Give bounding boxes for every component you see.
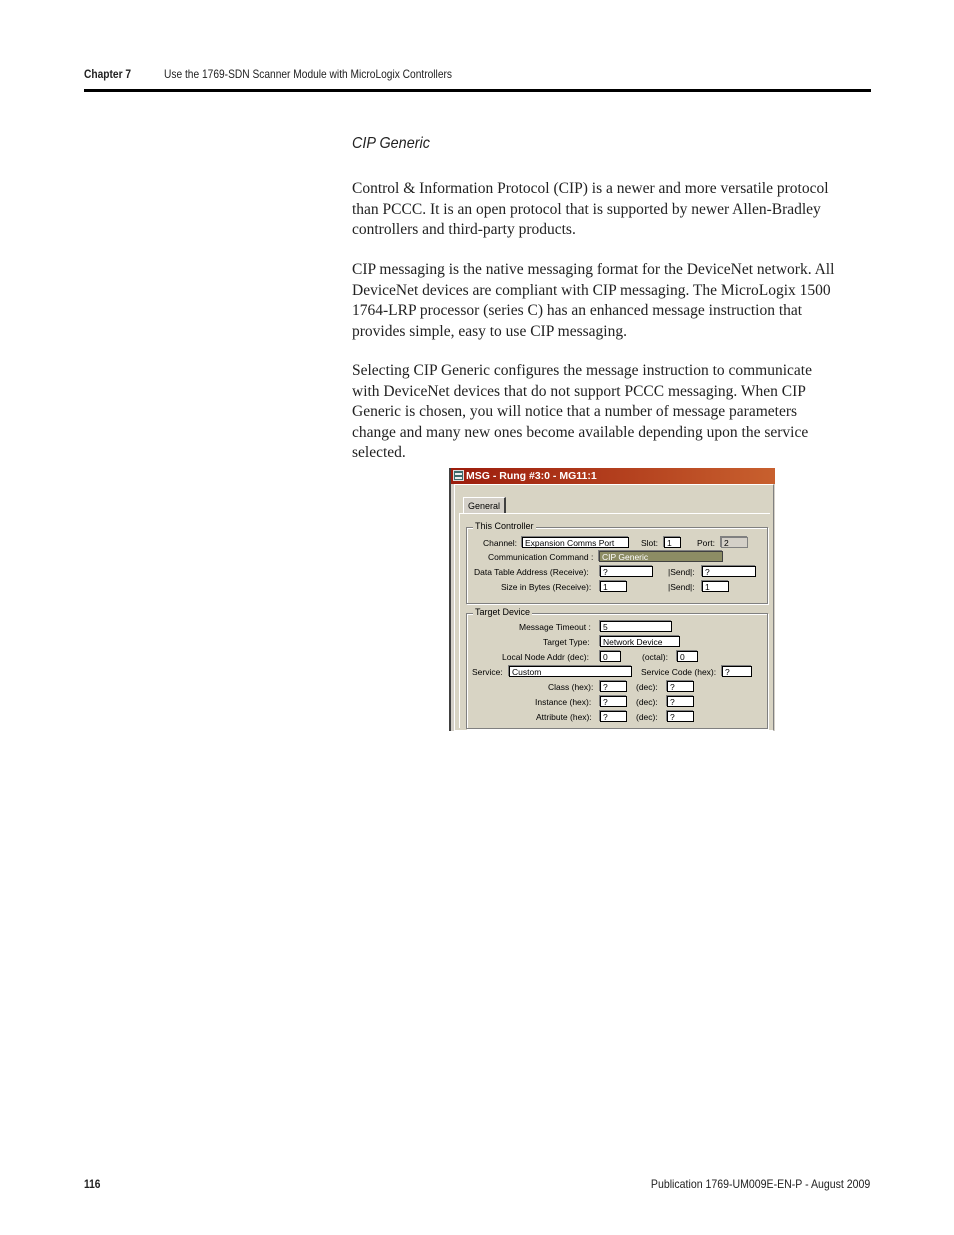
service-select[interactable]: Custom	[509, 666, 632, 677]
section-title: CIP Generic	[352, 135, 430, 152]
octal-field[interactable]: 0	[677, 651, 698, 662]
text-line: Generic is chosen, you will notice that …	[352, 403, 798, 420]
service-label: Service:	[472, 667, 503, 677]
tab-panel-general: This Controller Channel: Expansion Comms…	[459, 513, 770, 729]
data-table-receive-field[interactable]: ?	[600, 566, 653, 577]
instance-dec-label: (dec):	[636, 697, 658, 707]
instance-hex-field[interactable]: ?	[600, 696, 627, 707]
size-send-field[interactable]: 1	[702, 581, 729, 592]
size-receive-field[interactable]: 1	[600, 581, 627, 592]
attribute-dec-field[interactable]: ?	[667, 711, 694, 722]
size-send-label: |Send|:	[668, 582, 695, 592]
class-dec-field[interactable]: ?	[667, 681, 694, 692]
paragraph-3: Selecting CIP Generic configures the mes…	[352, 361, 877, 464]
attribute-hex-label: Attribute (hex):	[536, 712, 592, 722]
instance-hex-label: Instance (hex):	[535, 697, 592, 707]
local-node-addr-label: Local Node Addr (dec):	[502, 652, 589, 662]
message-timeout-label: Message Timeout :	[519, 622, 591, 632]
text-line: provides simple, easy to use CIP messagi…	[352, 322, 627, 340]
port-field: 2	[721, 537, 748, 548]
service-code-label: Service Code (hex):	[641, 667, 717, 677]
tab-general[interactable]: General	[463, 497, 507, 514]
text-line: selected.	[352, 444, 406, 461]
channel-field[interactable]: Expansion Comms Port	[522, 537, 629, 548]
service-code-field[interactable]: ?	[722, 666, 752, 677]
target-type-label: Target Type:	[543, 637, 590, 647]
local-node-addr-field[interactable]: 0	[600, 651, 621, 662]
data-table-send-label: |Send|:	[668, 567, 695, 577]
chapter-label: Chapter 7	[84, 67, 132, 81]
target-type-select[interactable]: Network Device	[600, 636, 680, 647]
class-hex-label: Class (hex):	[548, 682, 594, 692]
text-line: controllers and third-party products.	[352, 221, 576, 238]
msg-instruction-icon	[453, 470, 464, 481]
attribute-hex-field[interactable]: ?	[600, 711, 627, 722]
port-label: Port:	[697, 538, 715, 548]
paragraph-1: Control & Information Protocol (CIP) is …	[352, 179, 877, 241]
dialog-body: General This Controller Channel: Expansi…	[454, 484, 774, 731]
group-label: This Controller	[473, 521, 536, 531]
communication-command-select[interactable]: CIP Generic	[599, 551, 723, 562]
text-line: than PCCC. It is an open protocol that i…	[352, 200, 821, 218]
header-rule	[84, 89, 871, 92]
text-line: 1764-LRP processor (series C) has an enh…	[352, 302, 803, 319]
dialog-title: MSG - Rung #3:0 - MG11:1	[466, 470, 597, 482]
octal-label: (octal):	[642, 652, 668, 662]
channel-label: Channel:	[483, 538, 518, 548]
slot-field[interactable]: 1	[664, 537, 681, 548]
text-line: DeviceNet devices are compliant with CIP…	[352, 281, 831, 299]
target-device-group: Target Device Message Timeout : 5 Target…	[466, 607, 768, 729]
command-label: Communication Command :	[488, 552, 594, 562]
text-line: change and many new ones become availabl…	[352, 423, 809, 441]
class-hex-field[interactable]: ?	[600, 681, 627, 692]
msg-dialog: MSG - Rung #3:0 - MG11:1 General This Co…	[449, 468, 775, 731]
slot-label: Slot:	[641, 538, 659, 548]
message-timeout-field[interactable]: 5	[600, 621, 672, 632]
dialog-title-bar: MSG - Rung #3:0 - MG11:1	[451, 468, 775, 484]
attribute-dec-label: (dec):	[636, 712, 658, 722]
this-controller-group: This Controller Channel: Expansion Comms…	[466, 521, 768, 604]
chapter-title: Use the 1769-SDN Scanner Module with Mic…	[164, 67, 453, 81]
page-number: 116	[84, 1177, 101, 1191]
data-table-send-field[interactable]: ?	[702, 566, 756, 577]
group-label: Target Device	[473, 607, 533, 617]
class-dec-label: (dec):	[636, 682, 658, 692]
text-line: Control & Information Protocol (CIP) is …	[352, 180, 829, 197]
text-line: CIP messaging is the native messaging fo…	[352, 261, 835, 278]
text-line: with DeviceNet devices that do not suppo…	[352, 382, 806, 400]
size-receive-label: Size in Bytes (Receive):	[501, 582, 592, 592]
paragraph-2: CIP messaging is the native messaging fo…	[352, 260, 877, 342]
publication-info: Publication 1769-UM009E-EN-P - August 20…	[650, 1177, 870, 1191]
instance-dec-field[interactable]: ?	[667, 696, 694, 707]
text-line: Selecting CIP Generic configures the mes…	[352, 362, 812, 379]
data-table-receive-label: Data Table Address (Receive):	[474, 567, 589, 577]
